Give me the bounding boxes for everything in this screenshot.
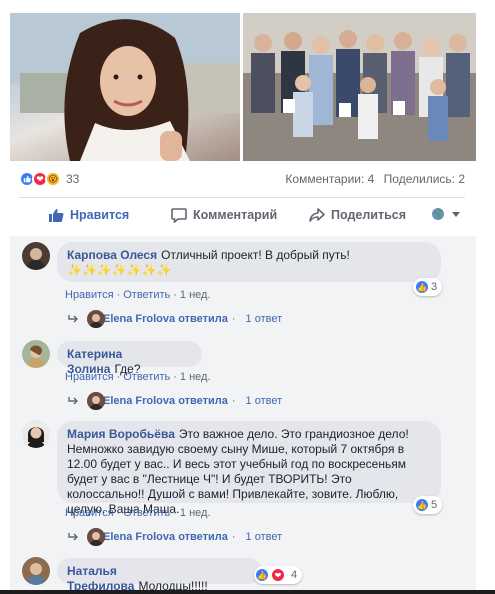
like-button-label: Нравится (70, 208, 130, 222)
page-edge (485, 0, 495, 594)
reply-count: 1 ответ (245, 313, 283, 325)
audience-selector[interactable] (431, 207, 467, 221)
comment-like-link[interactable]: Нравится (65, 289, 114, 301)
comment-reply-link[interactable]: Ответить (123, 289, 170, 301)
post-action-bar: Нравится Комментарий Поделиться (19, 200, 465, 230)
comment-like-link[interactable]: Нравится (65, 507, 114, 519)
avatar[interactable] (22, 557, 50, 585)
comment-button[interactable]: Комментарий (171, 207, 277, 223)
avatar[interactable] (22, 420, 50, 448)
sparkles-emoji: ✨✨✨✨✨✨✨ (67, 263, 172, 277)
comment-bubble-icon (171, 208, 187, 223)
comment-time[interactable]: 1 нед. (180, 507, 211, 519)
like-reaction-icon: 👍 (255, 568, 269, 582)
comment-reaction-count: 5 (431, 499, 438, 511)
comment-reaction-count: 4 (291, 569, 298, 581)
reply-summary[interactable]: Elena Frolova ответила · 1 ответ (67, 528, 283, 546)
post-photo-portrait[interactable] (10, 13, 240, 161)
comment-author[interactable]: Карпова Олеся (67, 248, 157, 262)
comment-author[interactable]: Наталья Трефилова (67, 564, 134, 593)
comment-reaction-count: 3 (431, 281, 438, 293)
reply-author: Elena Frolova ответила (103, 531, 228, 543)
globe-icon (432, 208, 444, 220)
share-button[interactable]: Поделиться (309, 207, 406, 223)
like-reaction-icon: 👍 (415, 498, 429, 512)
comment-meta: Нравится · Ответить · 1 нед. (65, 289, 211, 301)
comment-reaction-badge[interactable]: 👍 3 (413, 278, 443, 296)
comment-reaction-badge[interactable]: 👍 ❤ 4 (254, 566, 303, 584)
reply-summary[interactable]: Elena Frolova ответила · 1 ответ (67, 310, 283, 328)
comment-reply-link[interactable]: Ответить (123, 371, 170, 383)
comment-text: Отличный проект! В добрый путь! (161, 248, 350, 262)
engagement-counts: Комментарии: 4 Поделились: 2 (279, 172, 465, 186)
reaction-summary[interactable]: ❤ 😮 33 (19, 171, 79, 187)
reply-arrow-icon (68, 315, 78, 323)
post-stats: ❤ 😮 33 Комментарии: 4 Поделились: 2 (19, 171, 465, 187)
comment-time[interactable]: 1 нед. (180, 289, 211, 301)
divider (19, 197, 465, 198)
like-reaction-icon: 👍 (415, 280, 429, 294)
shares-count[interactable]: Поделились: 2 (384, 172, 465, 186)
avatar[interactable] (22, 242, 50, 270)
comment-bubble: Карпова Олеся Отличный проект! В добрый п… (57, 242, 441, 282)
comment-like-link[interactable]: Нравится (65, 371, 114, 383)
reactions-count[interactable]: 33 (66, 172, 79, 186)
caret-down-icon (452, 212, 460, 217)
post-photo-group[interactable] (243, 13, 476, 161)
wow-reaction-icon: 😮 (45, 171, 61, 187)
comment-bubble: Мария Воробьёва Это важное дело. Это гран… (57, 421, 441, 516)
like-button[interactable]: Нравится (48, 207, 129, 223)
thumbs-up-icon (49, 209, 64, 222)
reply-count: 1 ответ (245, 531, 283, 543)
reply-arrow-icon (68, 397, 78, 405)
comment-meta: Нравится · Ответить · 1 нед. (65, 507, 211, 519)
comment-button-label: Комментарий (193, 208, 278, 222)
comment-reply-link[interactable]: Ответить (123, 507, 170, 519)
comment-author[interactable]: Мария Воробьёва (67, 427, 175, 441)
share-arrow-icon (309, 208, 325, 222)
reply-avatar (87, 392, 105, 410)
comment-bubble: Катерина Золина Где? (57, 341, 202, 376)
bottom-bar (0, 590, 495, 594)
love-reaction-icon: ❤ (271, 568, 285, 582)
reply-summary[interactable]: Elena Frolova ответила · 1 ответ (67, 392, 283, 410)
reply-avatar (87, 310, 105, 328)
reply-author: Elena Frolova ответила (103, 313, 228, 325)
share-button-label: Поделиться (331, 208, 407, 222)
reply-arrow-icon (68, 533, 78, 541)
reply-count: 1 ответ (245, 395, 283, 407)
reply-author: Elena Frolova ответила (103, 395, 228, 407)
post-photos (10, 13, 476, 161)
avatar[interactable] (22, 340, 50, 368)
comment-reaction-badge[interactable]: 👍 5 (413, 496, 443, 514)
reply-avatar (87, 528, 105, 546)
comment-bubble: Наталья Трефилова Молодцы!!!!! (57, 558, 262, 593)
comment-time[interactable]: 1 нед. (180, 371, 211, 383)
comment-meta: Нравится · Ответить · 1 нед. (65, 371, 211, 383)
comments-count[interactable]: Комментарии: 4 (285, 172, 374, 186)
